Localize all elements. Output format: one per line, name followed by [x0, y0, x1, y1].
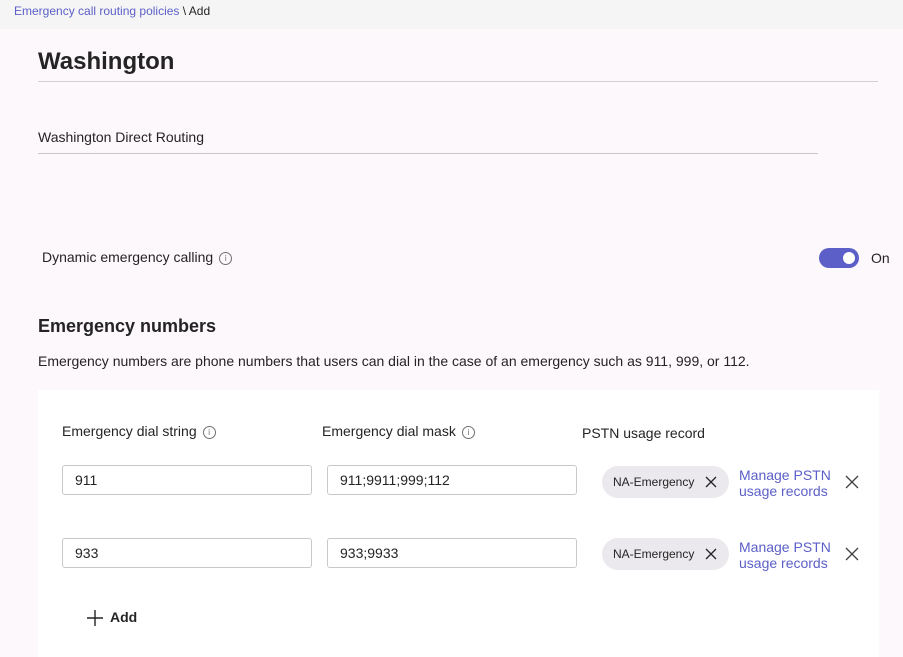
add-button-label: Add: [110, 609, 138, 625]
plus-icon: [87, 610, 103, 627]
dynamic-calling-label: Dynamic emergency calling i: [42, 248, 233, 266]
dynamic-calling-toggle[interactable]: [819, 248, 859, 268]
column-header-dial-mask-label: Emergency dial mask: [322, 423, 456, 439]
remove-row-icon[interactable]: [844, 474, 860, 490]
manage-pstn-usage-records-link[interactable]: Manage PSTN usage records: [739, 467, 831, 499]
pstn-record-chip: NA-Emergency: [602, 538, 729, 570]
remove-row-icon[interactable]: [844, 546, 860, 562]
manage-link-line1: Manage PSTN: [739, 539, 831, 555]
info-icon[interactable]: i: [219, 251, 233, 265]
close-icon[interactable]: [703, 546, 719, 562]
pstn-record-chip: NA-Emergency: [602, 466, 729, 498]
column-header-dial-string-label: Emergency dial string: [62, 423, 197, 439]
page-title: Washington: [38, 48, 175, 75]
add-emergency-number-button[interactable]: Add: [86, 606, 137, 628]
manage-pstn-usage-records-link[interactable]: Manage PSTN usage records: [739, 539, 831, 571]
toggle-knob: [843, 252, 855, 264]
pstn-record-label: NA-Emergency: [613, 475, 695, 489]
breadcrumb-current: Add: [188, 4, 211, 18]
column-header-pstn-usage: PSTN usage record: [582, 425, 705, 441]
info-icon[interactable]: i: [461, 425, 475, 439]
emergency-numbers-title: Emergency numbers: [38, 316, 217, 336]
emergency-numbers-description: Emergency numbers are phone numbers that…: [38, 353, 750, 369]
description-field[interactable]: [38, 120, 818, 154]
manage-link-line1: Manage PSTN: [739, 467, 831, 483]
breadcrumb-link-policies[interactable]: Emergency call routing policies: [14, 4, 179, 18]
dynamic-calling-text: Dynamic emergency calling: [42, 249, 214, 265]
breadcrumb-separator: \: [179, 4, 189, 18]
close-icon[interactable]: [703, 474, 719, 490]
dial-mask-input[interactable]: [327, 538, 577, 568]
title-divider: [38, 81, 878, 82]
pstn-record-label: NA-Emergency: [613, 547, 695, 561]
dial-mask-input[interactable]: [327, 465, 577, 495]
dial-string-input[interactable]: [62, 538, 312, 568]
info-icon[interactable]: i: [202, 425, 216, 439]
column-header-dial-mask: Emergency dial mask i: [322, 422, 475, 440]
column-header-dial-string: Emergency dial string i: [62, 422, 216, 440]
toggle-state-label: On: [871, 250, 890, 266]
manage-link-line2: usage records: [739, 555, 828, 571]
breadcrumb: Emergency call routing policies \ Add: [14, 4, 210, 18]
dial-string-input[interactable]: [62, 465, 312, 495]
manage-link-line2: usage records: [739, 483, 828, 499]
